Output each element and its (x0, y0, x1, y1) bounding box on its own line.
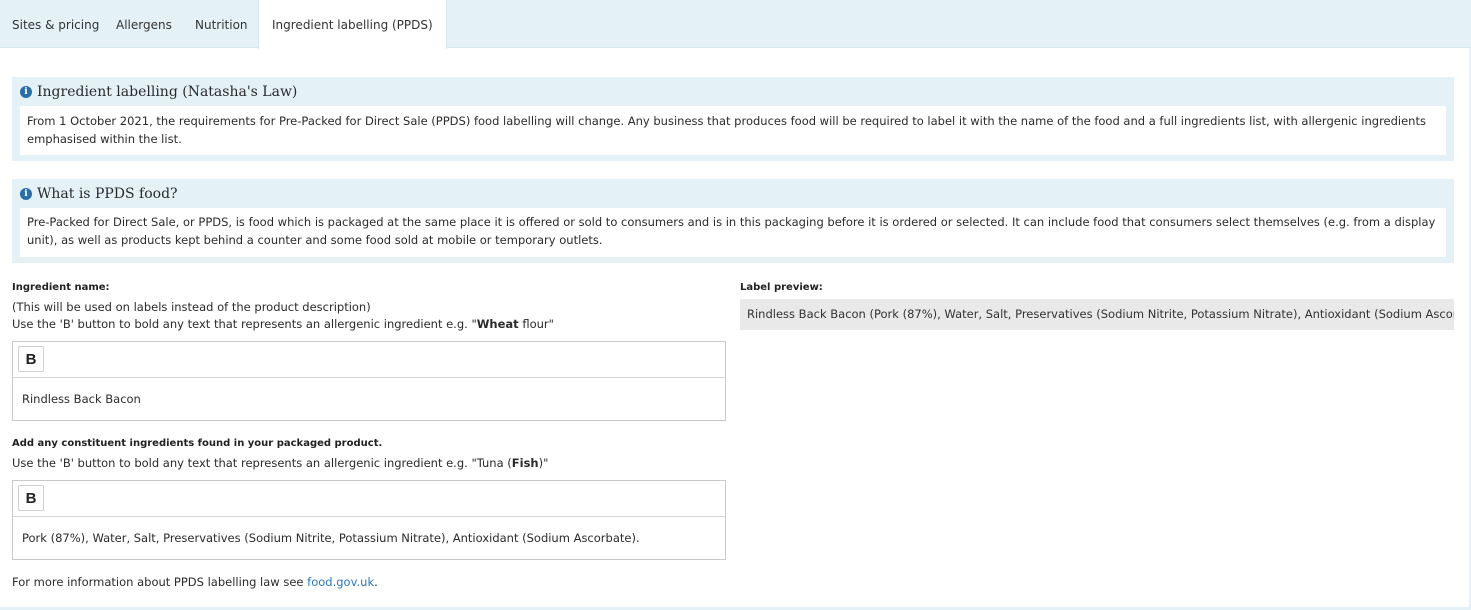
what-is-ppds-header: i What is PPDS food? (20, 179, 1446, 208)
help-example-bold: Wheat (476, 317, 519, 331)
bold-button[interactable]: B (18, 346, 44, 372)
natashas-law-header: i Ingredient labelling (Natasha's Law) (20, 77, 1446, 106)
label-preview-box: Rindless Back Bacon (Pork (87%), Water, … (740, 299, 1454, 330)
help-prefix: Use the 'B' button to bold any text that… (12, 456, 512, 470)
natashas-law-title: Ingredient labelling (Natasha's Law) (37, 83, 298, 100)
ingredient-name-help-1: (This will be used on labels instead of … (12, 300, 371, 314)
tab-sites-pricing[interactable]: Sites & pricing (12, 0, 99, 48)
tab-ingredient-labelling[interactable]: Ingredient labelling (PPDS) (258, 0, 447, 49)
help-suffix: flour" (518, 317, 554, 331)
what-is-ppds-panel: i What is PPDS food? Pre-Packed for Dire… (12, 179, 1454, 263)
help-suffix: )" (538, 456, 549, 470)
tab-nutrition[interactable]: Nutrition (195, 0, 248, 48)
footer-note: For more information about PPDS labellin… (12, 574, 378, 591)
natashas-law-body: From 1 October 2021, the requirements fo… (20, 106, 1446, 155)
constituents-editor: B Pork (87%), Water, Salt, Preservatives… (12, 480, 726, 560)
label-preview-label: Label preview: (740, 282, 823, 293)
tab-allergens[interactable]: Allergens (116, 0, 172, 48)
editor-toolbar: B (13, 342, 725, 378)
what-is-ppds-title: What is PPDS food? (37, 185, 178, 202)
footer-suffix: . (374, 575, 378, 589)
info-circle-icon: i (20, 85, 32, 98)
constituents-help: Use the 'B' button to bold any text that… (12, 455, 548, 472)
editor-toolbar: B (13, 481, 725, 517)
what-is-ppds-body: Pre-Packed for Direct Sale, or PPDS, is … (20, 208, 1446, 257)
help-example-bold: Fish (511, 456, 539, 470)
ingredient-name-label: Ingredient name: (12, 282, 110, 293)
ingredient-name-editor: B Rindless Back Bacon (12, 341, 726, 421)
ingredient-name-help-2: Use the 'B' button to bold any text that… (12, 316, 554, 333)
ingredient-name-input[interactable]: Rindless Back Bacon (13, 378, 725, 420)
constituents-label: Add any constituent ingredients found in… (12, 438, 383, 449)
constituents-input[interactable]: Pork (87%), Water, Salt, Preservatives (… (13, 517, 725, 559)
help-prefix: Use the 'B' button to bold any text that… (12, 317, 477, 331)
bold-button[interactable]: B (18, 485, 44, 511)
food-gov-uk-link[interactable]: food.gov.uk (307, 575, 374, 589)
footer-text: For more information about PPDS labellin… (12, 575, 308, 589)
info-circle-icon: i (20, 187, 32, 200)
natashas-law-panel: i Ingredient labelling (Natasha's Law) F… (12, 77, 1454, 161)
tab-bar: Sites & pricing Allergens Nutrition Ingr… (0, 0, 1471, 49)
